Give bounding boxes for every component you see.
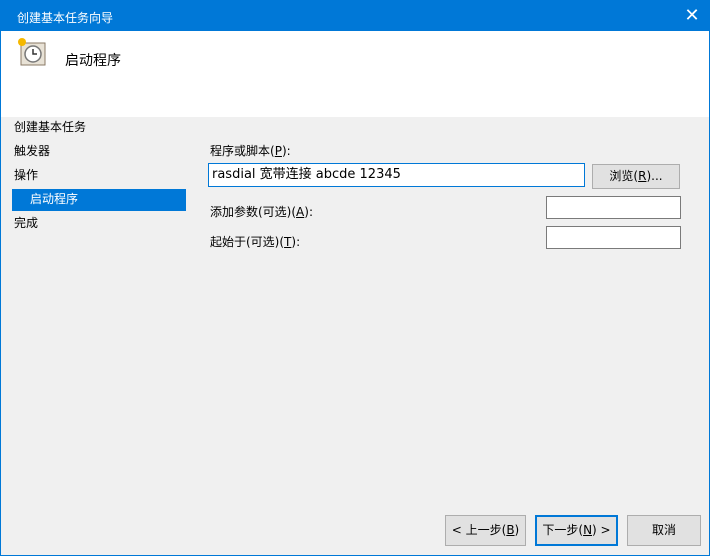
arguments-input[interactable] bbox=[546, 196, 681, 219]
window-title: 创建基本任务向导 bbox=[17, 11, 114, 25]
arguments-label: 添加参数(可选)(A): bbox=[210, 205, 313, 219]
start-in-input[interactable] bbox=[546, 226, 681, 249]
wizard-window: 创建基本任务向导 ✕ 启动程序 创建基本任务 触发器 操作 启动程序 完成 程序… bbox=[0, 0, 710, 556]
step-action: 操作 bbox=[14, 168, 39, 182]
program-input[interactable]: rasdial 宽带连接 abcde 12345 bbox=[208, 163, 585, 187]
cancel-button[interactable]: 取消 bbox=[627, 515, 701, 546]
browse-button[interactable]: 浏览(R)... bbox=[592, 164, 680, 189]
step-finish: 完成 bbox=[14, 216, 39, 230]
step-trigger: 触发器 bbox=[14, 144, 51, 158]
task-scheduler-clock-icon bbox=[18, 38, 46, 66]
start-in-label: 起始于(可选)(T): bbox=[210, 235, 301, 249]
program-label: 程序或脚本(P): bbox=[210, 144, 291, 158]
next-button[interactable]: 下一步(N) > bbox=[535, 515, 618, 546]
wizard-header: 启动程序 bbox=[1, 31, 709, 117]
page-title: 启动程序 bbox=[65, 53, 121, 69]
close-icon[interactable]: ✕ bbox=[675, 1, 709, 31]
step-create-task: 创建基本任务 bbox=[14, 120, 87, 134]
title-bar: 创建基本任务向导 ✕ bbox=[1, 1, 709, 31]
step-start-program: 启动程序 bbox=[12, 189, 186, 211]
back-button[interactable]: < 上一步(B) bbox=[445, 515, 526, 546]
